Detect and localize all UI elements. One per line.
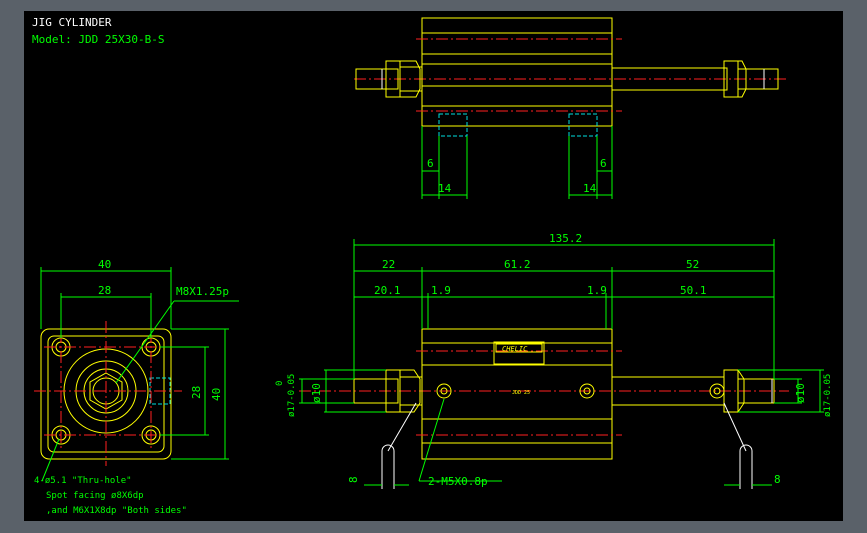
dim-1-9-right: 1.9 bbox=[587, 284, 607, 297]
right-dia-17: ø17-0.05 bbox=[823, 374, 833, 417]
brand-plate: CHELIC bbox=[502, 345, 528, 353]
top-dim-6-left: 6 bbox=[427, 157, 434, 170]
left-dia-10: ø10 bbox=[310, 383, 323, 403]
drawing-title: JIG CYLINDER bbox=[32, 16, 112, 29]
left-dia-tol: 0 bbox=[275, 381, 285, 386]
left-wrench-dim: 8 bbox=[347, 476, 360, 483]
side-view bbox=[299, 239, 824, 489]
port-callout: 2-M5X0.8p bbox=[428, 475, 488, 488]
dim-22: 22 bbox=[382, 258, 395, 271]
end-height-28: 28 bbox=[190, 386, 203, 399]
dim-50-1: 50.1 bbox=[680, 284, 707, 297]
right-dia-10: ø10 bbox=[794, 383, 807, 403]
end-width-28: 28 bbox=[98, 284, 111, 297]
dim-20-1: 20.1 bbox=[374, 284, 401, 297]
dim-61-2: 61.2 bbox=[504, 258, 531, 271]
end-view bbox=[34, 267, 239, 482]
top-view bbox=[354, 17, 786, 199]
top-dim-14-left: 14 bbox=[438, 182, 452, 195]
dim-1-9-left: 1.9 bbox=[431, 284, 451, 297]
center-mark: JDD 25 bbox=[512, 390, 530, 396]
overall-length-dim: 135.2 bbox=[549, 232, 582, 245]
hole-note-3: ,and M6X1X8dp "Both sides" bbox=[46, 506, 187, 516]
end-height-40: 40 bbox=[210, 388, 223, 401]
thread-callout: M8X1.25p bbox=[176, 285, 229, 298]
hole-note-2: Spot facing ø8X6dp bbox=[46, 491, 144, 501]
drawing-canvas[interactable]: JIG CYLINDER Model: JDD 25X30-B-S 6 6 14… bbox=[24, 11, 843, 521]
hole-note-1: 4-ø5.1 "Thru-hole" bbox=[34, 476, 132, 486]
left-dia-17: ø17-0.05 bbox=[287, 374, 297, 417]
viewport-frame: JIG CYLINDER Model: JDD 25X30-B-S 6 6 14… bbox=[0, 0, 867, 533]
dim-52: 52 bbox=[686, 258, 699, 271]
end-width-40: 40 bbox=[98, 258, 111, 271]
right-wrench-dim: 8 bbox=[774, 473, 781, 486]
top-dim-14-right: 14 bbox=[583, 182, 597, 195]
model-label: Model: JDD 25X30-B-S bbox=[32, 33, 164, 46]
top-dim-6-right: 6 bbox=[600, 157, 607, 170]
